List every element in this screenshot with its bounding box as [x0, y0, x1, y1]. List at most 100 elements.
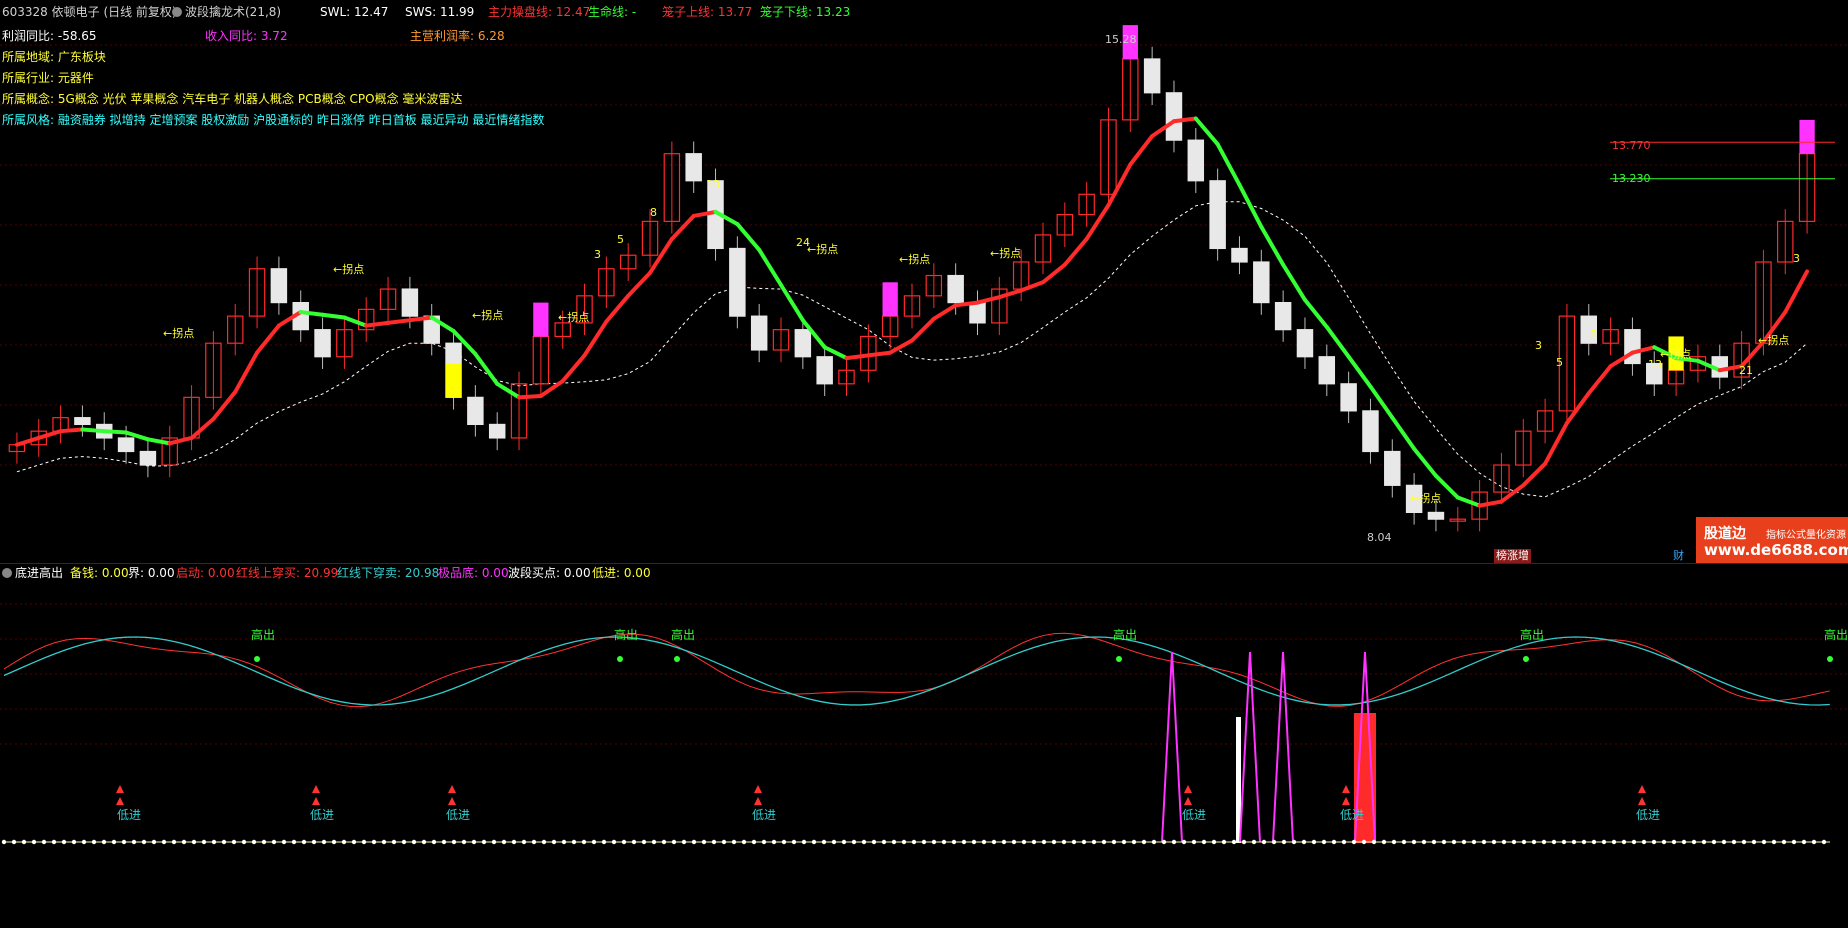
baseline-dot: [321, 839, 327, 845]
baseline-dot: [721, 839, 727, 845]
turn-point-label: ←拐点: [807, 243, 839, 256]
collapse-icon[interactable]: [2, 568, 12, 578]
prep-value: 备钱: 0.00: [70, 566, 129, 580]
baseline-dot: [1111, 839, 1117, 845]
baseline-dot: [771, 839, 777, 845]
main-force-line: [953, 300, 980, 308]
baseline-dot: [31, 839, 37, 845]
baseline-dot: [1161, 839, 1167, 845]
candle-body: [1624, 329, 1641, 365]
baseline-dot: [1041, 839, 1047, 845]
baseline-dot: [161, 839, 167, 845]
main-force-line: [364, 320, 391, 328]
baseline-dot: [931, 839, 937, 845]
baseline-dot: [461, 839, 467, 845]
main-force-line: [1281, 262, 1307, 302]
baseline-dot: [151, 839, 157, 845]
baseline-dot: [1341, 839, 1347, 845]
turn-point-label: ←拐点: [472, 309, 504, 322]
count-label: 13: [706, 178, 720, 191]
buy-arrow-icon: [448, 785, 456, 805]
main-force-line: [735, 222, 762, 252]
baseline-dot: [711, 839, 717, 845]
turn-point-label: ←拐点: [1660, 348, 1692, 361]
price-chart[interactable]: [0, 0, 1848, 560]
baseline-dot: [261, 839, 267, 845]
baseline-dot: [1391, 839, 1397, 845]
main-line-value: 主力操盘线: 12.47: [488, 5, 591, 19]
candle-body: [1296, 329, 1314, 358]
collapse-icon[interactable]: [172, 7, 182, 17]
main-force-line: [910, 316, 936, 343]
buy-arrow-icon: [116, 785, 124, 805]
baseline-dot: [451, 839, 457, 845]
baseline-dot: [1051, 839, 1057, 845]
stock-title: 603328 依顿电子 (日线 前复权): [2, 5, 177, 19]
baseline-dot: [1411, 839, 1417, 845]
low-in-label: 低进: [446, 808, 471, 822]
baseline-dot: [271, 839, 277, 845]
sell-dot: [617, 656, 623, 662]
k-line-cyan: [3, 636, 1830, 706]
baseline-dot: [1291, 839, 1297, 845]
baseline-dot: [121, 839, 127, 845]
high-out-label: 高出: [614, 628, 639, 642]
main-force-line: [1477, 499, 1504, 508]
candle-body: [1253, 261, 1270, 304]
candle-body: [1384, 450, 1401, 486]
candle-body: [969, 301, 986, 324]
main-force-line: [1324, 324, 1351, 359]
baseline-dot: [551, 839, 557, 845]
baseline-dot: [1461, 839, 1467, 845]
candle-body: [1362, 410, 1379, 453]
baseline-dot: [201, 839, 207, 845]
baseline-dot: [561, 839, 567, 845]
baseline-dot: [851, 839, 857, 845]
sell-dot: [254, 656, 260, 662]
baseline-dot: [781, 839, 787, 845]
baseline-dot: [1491, 839, 1497, 845]
buy-arrow-icon: [312, 785, 320, 805]
main-force-line: [560, 353, 587, 384]
sub-indicator-header[interactable]: 底进高出: [2, 566, 63, 580]
baseline-dot: [1381, 839, 1387, 845]
life-line-value: 生命线: -: [588, 5, 637, 19]
baseline-dot: [631, 839, 637, 845]
baseline-dot: [1691, 839, 1697, 845]
candle-body: [401, 288, 419, 317]
sws-value: SWS: 11.99: [405, 5, 475, 19]
baseline-dot: [431, 839, 437, 845]
baseline-dot: [1781, 839, 1787, 845]
baseline-dot: [1591, 839, 1597, 845]
baseline-dot: [501, 839, 507, 845]
baseline-dot: [1761, 839, 1767, 845]
main-force-line: [1346, 354, 1373, 389]
event-tag[interactable]: 榜涨增: [1494, 549, 1531, 563]
baseline-dot: [1351, 839, 1357, 845]
baseline-dot: [761, 839, 767, 845]
finance-tag[interactable]: 财: [1673, 549, 1684, 563]
main-force-line: [1783, 269, 1810, 315]
baseline-dot: [171, 839, 177, 845]
main-force-line: [80, 427, 107, 434]
main-force-line: [757, 247, 784, 287]
turn-point-label: ←拐点: [558, 311, 590, 324]
main-force-line: [669, 213, 696, 241]
count-label: 8: [650, 206, 657, 219]
watermark-logo: 股道边 指标公式量化资源 www.de6688.com: [1696, 517, 1848, 563]
main-margin: 主营利润率: 6.28: [410, 29, 505, 43]
qidong-value: 启动: 0.00: [176, 566, 235, 580]
count-label: 3: [1793, 252, 1800, 265]
baseline-dot: [71, 839, 77, 845]
baseline-dot: [101, 839, 107, 845]
count-label: 3: [1535, 339, 1542, 352]
baseline-dot: [1501, 839, 1507, 845]
region: 所属地域: 广东板块: [2, 50, 106, 64]
baseline-dot: [131, 839, 137, 845]
indicator-chart[interactable]: [0, 564, 1848, 928]
count-label: 5: [1556, 356, 1563, 369]
turn-point-label: ←拐点: [1758, 334, 1790, 347]
baseline-dot: [1441, 839, 1447, 845]
indicator-name[interactable]: 波段擒龙术(21,8): [172, 5, 281, 19]
baseline-dot: [341, 839, 347, 845]
